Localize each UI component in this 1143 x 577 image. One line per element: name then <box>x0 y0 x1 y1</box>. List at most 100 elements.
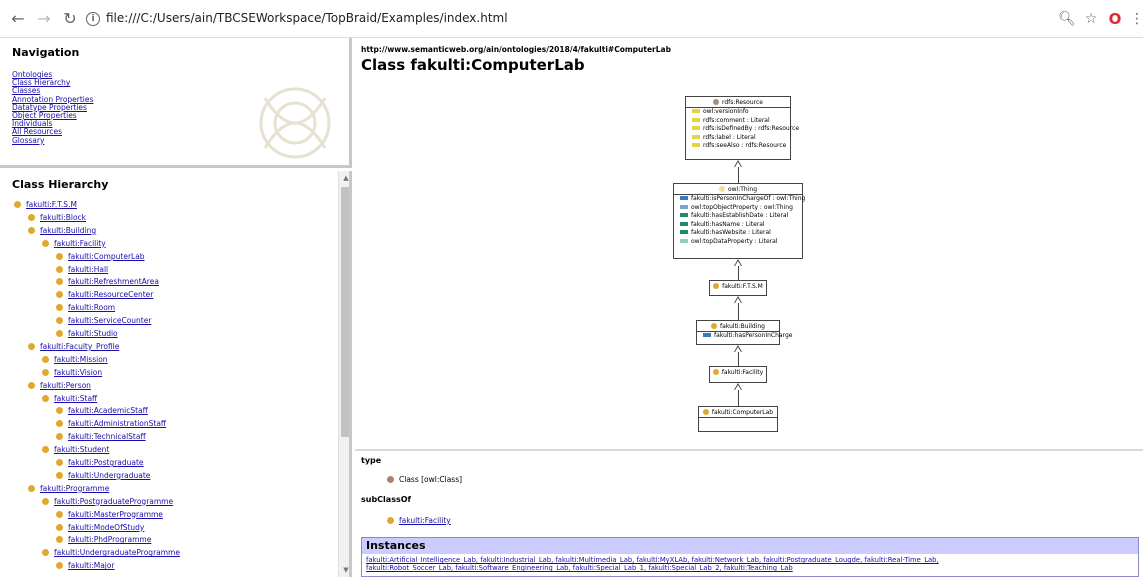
class-bullet-icon <box>56 420 63 428</box>
inheritance-arrow-icon <box>734 160 742 167</box>
property-icon <box>680 230 688 235</box>
property-label: fakulti:hasWebsite : Literal <box>691 229 771 237</box>
property-icon <box>680 196 688 200</box>
inheritance-arrow-icon <box>734 296 742 303</box>
annotation-property-list: owl:versionInfo rdfs:comment : Literal rdf… <box>686 108 799 151</box>
tree-item-link[interactable]: fakulti:ServiceCounter <box>68 316 151 325</box>
annotation-property: rdfs:label : Literal <box>686 134 790 143</box>
tree-item: fakulti:Block <box>28 212 86 224</box>
class-bullet-icon <box>56 459 63 466</box>
tree-item: fakulti:Vision <box>42 367 102 379</box>
tree-item-link[interactable]: fakulti:UndergraduateProgramme <box>54 548 180 557</box>
box-title: fakulti:Building <box>720 323 765 330</box>
property-label: owl:versionInfo <box>703 108 749 115</box>
annotation-property-icon <box>692 117 700 122</box>
scroll-up-arrow-icon[interactable]: ▲ <box>339 171 349 185</box>
tree-item-link[interactable]: fakulti:Building <box>40 226 96 235</box>
forward-icon[interactable]: → <box>34 9 54 29</box>
tree-item: fakulti:AdministrationStaff <box>56 418 166 430</box>
tree-item-link[interactable]: fakulti:ResourceCenter <box>68 290 153 299</box>
class-bullet-icon <box>56 536 63 544</box>
tree-item-link[interactable]: fakulti:Block <box>40 213 86 222</box>
box-title: owl:Thing <box>727 186 757 193</box>
class-icon <box>712 369 719 375</box>
tree-item-link[interactable]: fakulti:ComputerLab <box>68 252 145 261</box>
property-icon <box>680 221 688 226</box>
tree-item: fakulti:Person <box>28 380 91 392</box>
class-title: Class fakulti:ComputerLab <box>361 56 585 74</box>
tree-item: fakulti:ModeOfStudy <box>56 522 144 534</box>
tree-item-link[interactable]: fakulti:Student <box>54 445 109 454</box>
instances-links-line[interactable]: fakulti:Artificial_Intelligence_Lab, fak… <box>366 556 1134 564</box>
tree-item-link[interactable]: fakulti:Major <box>68 561 115 570</box>
menu-icon[interactable]: ⋮ <box>1128 10 1143 28</box>
property-label: fakulti:hasEstablishDate : Literal <box>691 212 789 220</box>
tree-item: fakulti:RefreshmentArea <box>56 276 159 288</box>
tree-item-link[interactable]: fakulti:ModeOfStudy <box>68 523 144 532</box>
vertical-scrollbar[interactable]: ▲ ▼ <box>338 171 349 577</box>
class-bullet-icon <box>56 291 63 299</box>
tree-item-link[interactable]: fakulti:Hall <box>68 265 108 274</box>
bookmark-star-icon[interactable]: ☆ <box>1082 10 1100 28</box>
tree-item-link[interactable]: fakulti:TechnicalStaff <box>68 432 146 441</box>
url-text[interactable]: file:///C:/Users/ain/TBCSEWorkspace/TopB… <box>106 11 508 25</box>
class-icon <box>711 323 718 329</box>
type-value: Class [owl:Class] <box>387 475 462 484</box>
tree-item-link[interactable]: fakulti:MasterProgramme <box>68 510 163 519</box>
tree-item-link[interactable]: fakulti:RefreshmentArea <box>68 277 159 286</box>
tree-item: fakulti:ServiceCounter <box>56 315 151 327</box>
inheritance-arrow-icon <box>734 259 742 266</box>
class-bullet-icon <box>56 317 63 325</box>
tree-item-link[interactable]: fakulti:Room <box>68 303 115 312</box>
annotation-property-icon <box>692 143 700 148</box>
tree-item-link[interactable]: fakulti:Person <box>40 381 91 390</box>
class-detail-frame: http://www.semanticweb.org/ain/ontologie… <box>355 38 1143 577</box>
tree-item-link[interactable]: fakulti:Mission <box>54 355 108 364</box>
class-bullet-icon <box>56 304 63 312</box>
class-bullet-icon <box>387 517 394 524</box>
tree-item-link[interactable]: fakulti:AdministrationStaff <box>68 419 166 428</box>
class-bullet-icon <box>56 278 63 286</box>
class-bullet-icon <box>14 201 21 208</box>
class-bullet-icon <box>28 342 35 350</box>
instances-list: fakulti:Artificial_Intelligence_Lab, fak… <box>362 554 1138 574</box>
tree-item-link[interactable]: fakulti:Facility <box>54 239 106 248</box>
tree-item-link[interactable]: fakulti:Programme <box>40 484 109 493</box>
tree-item: fakulti:Postgraduate <box>56 457 144 469</box>
class-bullet-icon <box>42 355 49 363</box>
address-bar[interactable]: i file:///C:/Users/ain/TBCSEWorkspace/To… <box>86 10 1086 30</box>
tree-item-link[interactable]: fakulti:PostgraduateProgramme <box>54 497 173 506</box>
tree-item-link[interactable]: fakulti:PhdProgramme <box>68 535 151 544</box>
tree-item: fakulti:Building <box>28 225 96 237</box>
info-icon[interactable]: i <box>86 12 100 26</box>
opera-icon[interactable]: O <box>1106 10 1124 28</box>
tree-item-link[interactable]: fakulti:Postgraduate <box>68 458 144 467</box>
tree-item: fakulti:AcademicStaff <box>56 405 148 417</box>
tree-item-link[interactable]: fakulti:AcademicStaff <box>68 406 148 415</box>
tree-item-link[interactable]: fakulti:Staff <box>54 394 97 403</box>
scroll-thumb[interactable] <box>341 187 349 437</box>
class-hierarchy-frame: Class Hierarchy fakulti:F.T.S.M fakulti:B… <box>0 171 352 577</box>
tree-item: fakulti:Student <box>42 444 109 456</box>
tree-item-link[interactable]: fakulti:Studio <box>68 329 118 338</box>
tree-item-link[interactable]: fakulti:Faculty_Profile <box>40 342 119 351</box>
tree-item: fakulti:MasterProgramme <box>56 509 163 521</box>
class-bullet-icon <box>387 476 394 483</box>
class-bullet-icon <box>42 446 49 454</box>
subclass-connector <box>738 167 739 183</box>
class-bullet-icon <box>28 226 35 234</box>
instances-links-line[interactable]: fakulti:Robot_Soccer_Lab, fakulti:Softwa… <box>366 564 1134 572</box>
zoom-icon[interactable]: 🔍︎ <box>1058 10 1076 28</box>
annotation-property: rdfs:comment : Literal <box>686 117 790 126</box>
annotation-property: rdfs:seeAlso : rdfs:Resource <box>686 142 790 151</box>
nav-link[interactable]: Glossary <box>12 136 44 145</box>
tree-item-link[interactable]: fakulti:Vision <box>54 368 102 377</box>
scroll-down-arrow-icon[interactable]: ▼ <box>339 563 349 577</box>
property: fakulti:isPersonInChargeOf : owl:Thing <box>674 195 805 204</box>
back-icon[interactable]: ← <box>8 9 28 29</box>
tree-item-link[interactable]: fakulti:F.T.S.M <box>26 200 77 209</box>
class-bullet-icon <box>42 368 49 376</box>
tree-item-link[interactable]: fakulti:Undergraduate <box>68 471 150 480</box>
reload-icon[interactable]: ↻ <box>60 9 80 29</box>
subclassof-link[interactable]: fakulti:Facility <box>399 516 451 525</box>
